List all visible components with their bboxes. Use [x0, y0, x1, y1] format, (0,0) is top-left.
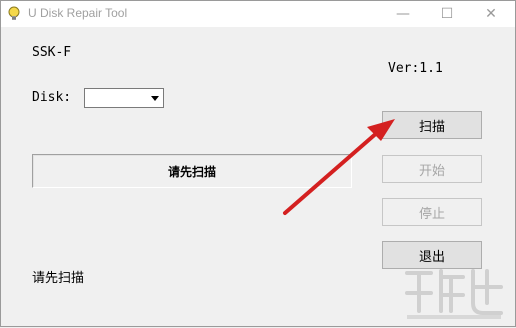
window-title: U Disk Repair Tool	[28, 6, 128, 20]
lightbulb-icon	[8, 6, 20, 22]
disk-select[interactable]	[84, 88, 164, 108]
version-label: Ver:1.1	[388, 61, 443, 76]
app-window: U Disk Repair Tool — ☐ ✕ SSK-F Ver:1.1 D…	[0, 0, 516, 327]
status-panel: 请先扫描	[32, 154, 352, 188]
disk-label: Disk:	[32, 90, 72, 105]
scan-button[interactable]: 扫描	[382, 111, 482, 139]
exit-button[interactable]: 退出	[382, 241, 482, 269]
logo-watermark	[405, 269, 503, 319]
stop-button[interactable]: 停止	[382, 198, 482, 226]
minimize-button[interactable]: —	[385, 1, 421, 27]
title-bar[interactable]: U Disk Repair Tool — ☐ ✕	[1, 1, 515, 27]
device-name-label: SSK-F	[32, 45, 72, 60]
close-button[interactable]: ✕	[473, 1, 509, 27]
maximize-button[interactable]: ☐	[429, 1, 465, 27]
start-button[interactable]: 开始	[382, 155, 482, 183]
status-panel-text: 请先扫描	[167, 164, 216, 179]
status-text: 请先扫描	[32, 271, 85, 286]
chevron-down-icon[interactable]	[148, 90, 162, 106]
